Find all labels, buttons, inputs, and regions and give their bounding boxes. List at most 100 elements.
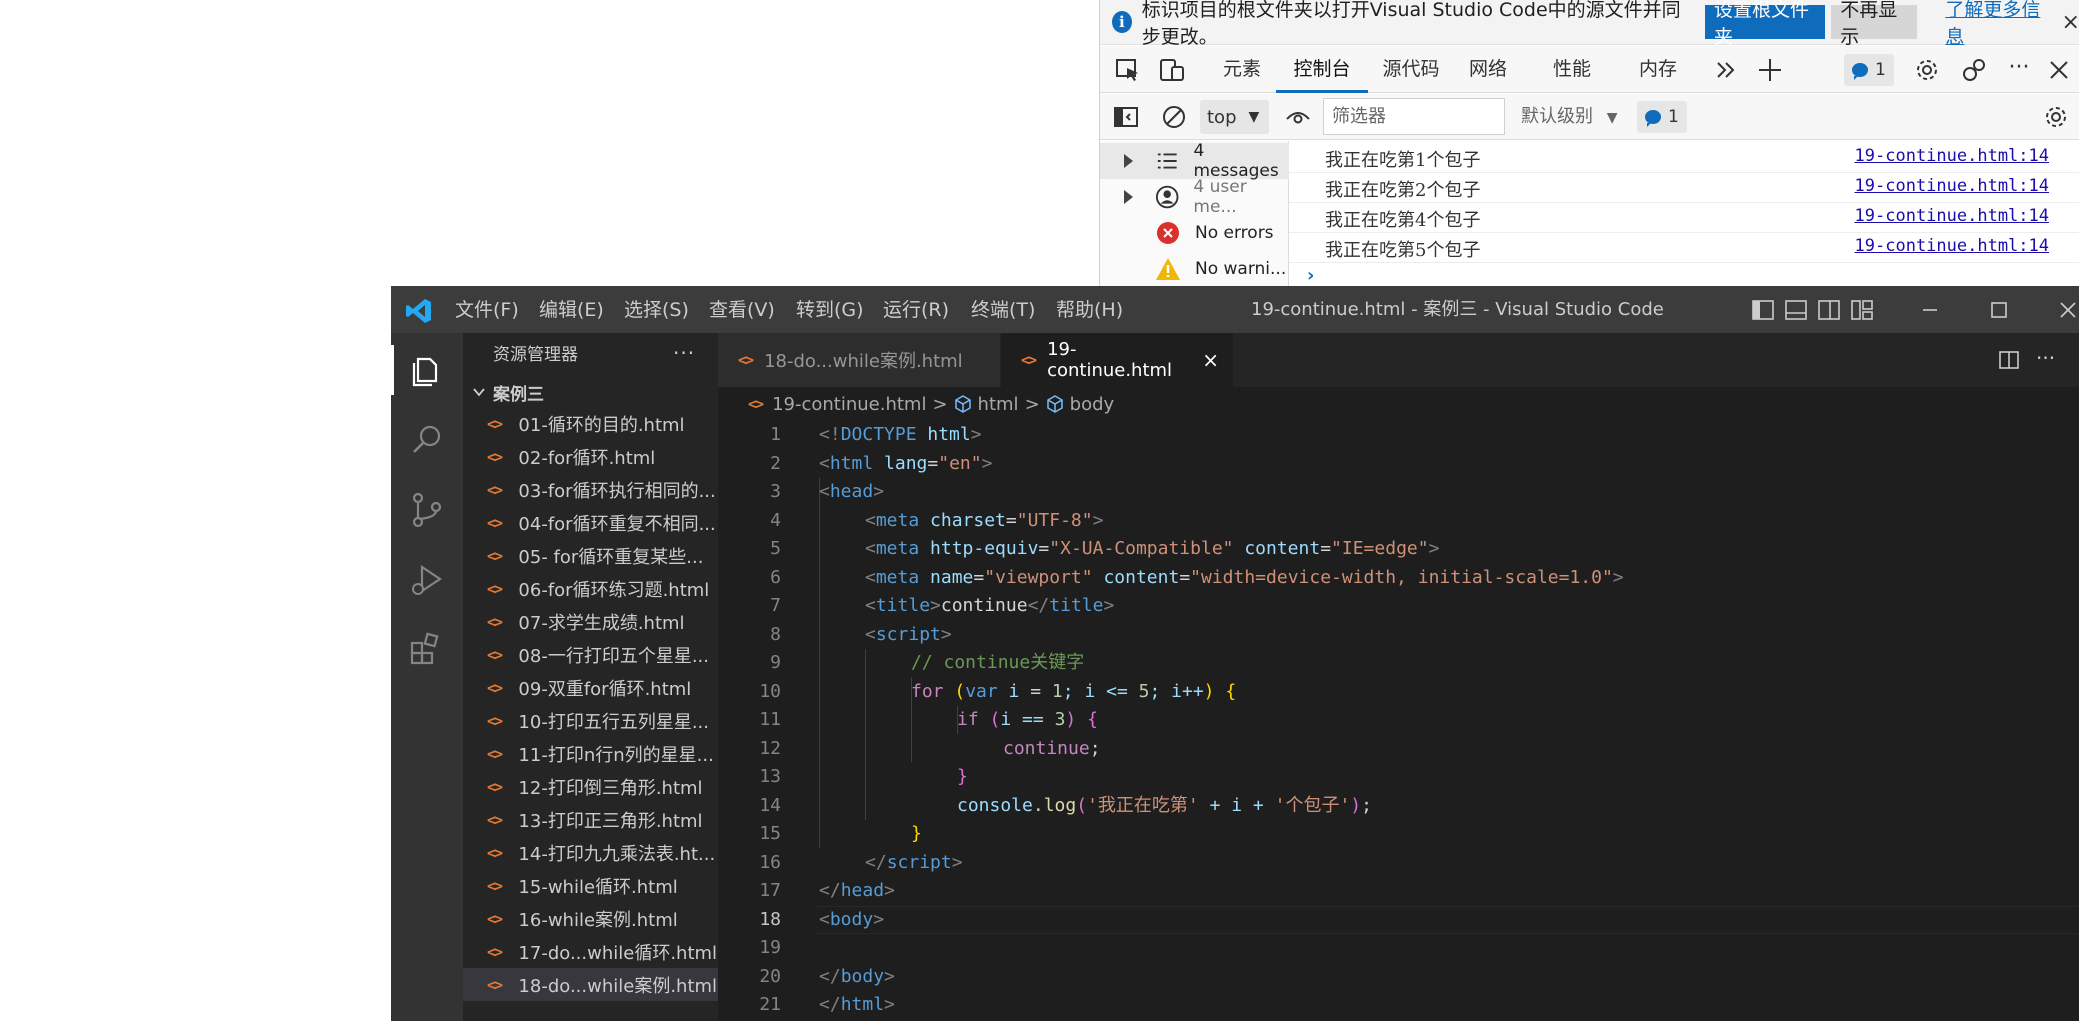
inspect-element-icon[interactable] [1114, 56, 1142, 84]
log-level-select[interactable]: 默认级别 ▼ [1521, 94, 1618, 140]
sidebar-item-errors[interactable]: No errors [1100, 215, 1289, 251]
issues-badge[interactable]: 1 [1844, 54, 1894, 86]
source-control-icon[interactable] [406, 489, 448, 531]
explorer-file-item[interactable]: <> 03-for循环执行相同的... [463, 473, 718, 506]
settings-gear-icon[interactable] [1913, 56, 1941, 84]
explorer-file-item[interactable]: <> 08-一行打印五个星星... [463, 638, 718, 671]
tab-19-continue[interactable]: <> 19-continue.html × [1001, 333, 1234, 387]
explorer-file-item[interactable]: <> 10-打印五行五列星星... [463, 704, 718, 737]
menu-view[interactable]: 查看(V) [709, 287, 775, 333]
expand-arrow-icon[interactable] [1124, 154, 1133, 168]
explorer-file-item[interactable]: <> 01-循环的目的.html [463, 407, 718, 440]
html-file-icon: <> [487, 645, 503, 664]
expand-arrow-icon[interactable] [1124, 190, 1133, 204]
menu-selection[interactable]: 选择(S) [624, 287, 689, 333]
tab-network[interactable]: 网络 [1454, 46, 1522, 93]
html-file-icon: <> [487, 777, 503, 796]
breadcrumb-body[interactable]: body [1070, 394, 1115, 415]
explorer-file-item[interactable]: <> 14-打印九九乘法表.ht... [463, 836, 718, 869]
console-sidebar: 4 messages 4 user me... No errors No war… [1100, 141, 1289, 289]
more-actions-icon[interactable]: ··· [673, 333, 695, 377]
customize-layout-icon[interactable] [1850, 298, 1874, 322]
more-tabs-icon[interactable] [1712, 56, 1740, 84]
live-expression-eye-icon[interactable] [1284, 103, 1312, 131]
menu-run[interactable]: 运行(R) [883, 287, 949, 333]
breadcrumb-html[interactable]: html [978, 394, 1019, 415]
message-icon [1645, 110, 1661, 127]
explorer-file-item[interactable]: <> 16-while案例.html [463, 902, 718, 935]
explorer-file-item[interactable]: <> 15-while循环.html [463, 869, 718, 902]
context-select[interactable]: top ▼ [1200, 100, 1269, 134]
html-file-icon: <> [487, 909, 503, 928]
close-window-icon[interactable] [2056, 298, 2079, 322]
more-options-icon[interactable]: ··· [2005, 56, 2033, 84]
menu-terminal[interactable]: 终端(T) [971, 287, 1035, 333]
code-editor[interactable]: 1 2 3 4 5 6 7 8 9 10 11 12 13 14 15 16 17 18 19 20 21 <!DOCT… [718, 421, 2079, 1021]
explorer-file-item[interactable]: <> 07-求学生成绩.html [463, 605, 718, 638]
console-issues-badge[interactable]: 1 [1637, 101, 1687, 133]
customize-icon[interactable] [1960, 56, 1988, 84]
menu-help[interactable]: 帮助(H) [1056, 287, 1123, 333]
breadcrumb-file[interactable]: 19-continue.html [772, 394, 926, 415]
editor-tabs: <> 18-do...while案例.html <> 19-continue.h… [718, 333, 2079, 387]
html-file-icon: <> [487, 711, 503, 730]
tab-performance[interactable]: 性能 [1538, 46, 1606, 93]
search-icon[interactable] [406, 419, 448, 461]
explorer-file-item[interactable]: <> 09-双重for循环.html [463, 671, 718, 704]
sidebar-item-user-messages[interactable]: 4 user me... [1100, 177, 1289, 217]
set-root-folder-button[interactable]: 设置根文件夹 [1705, 0, 1826, 48]
code-line: </script> [865, 851, 963, 873]
explorer-files-icon[interactable] [406, 349, 448, 391]
toggle-sidebar-icon[interactable] [1751, 298, 1775, 322]
dont-show-again-button[interactable]: 不再显示 [1831, 0, 1918, 48]
add-tab-icon[interactable] [1756, 56, 1784, 84]
maximize-icon[interactable] [1987, 298, 2011, 322]
folder-header[interactable]: 案例三 [463, 377, 718, 407]
explorer-file-item[interactable]: <> 02-for循环.html [463, 440, 718, 473]
explorer-file-item[interactable]: <> 11-打印n行n列的星星... [463, 737, 718, 770]
window-title: 19-continue.html - 案例三 - Visual Studio C… [1251, 299, 1664, 320]
sidebar-item-warnings[interactable]: No warni... [1100, 251, 1289, 287]
toggle-panel-icon[interactable] [1784, 298, 1808, 322]
close-devtools-icon[interactable] [2045, 56, 2073, 84]
menu-edit[interactable]: 编辑(E) [539, 287, 604, 333]
tab-memory[interactable]: 内存 [1624, 46, 1692, 93]
explorer-file-item[interactable]: <> 13-打印正三角形.html [463, 803, 718, 836]
close-tab-icon[interactable]: × [1202, 348, 1219, 372]
file-name: 15-while循环.html [518, 876, 678, 898]
learn-more-link[interactable]: 了解更多信息 [1945, 0, 2047, 49]
explorer-file-item[interactable]: <> 04-for循环重复不相同... [463, 506, 718, 539]
log-source-link[interactable]: 19-continue.html:14 [1855, 146, 2049, 166]
console-prompt[interactable]: › [1307, 265, 1314, 286]
run-debug-icon[interactable] [406, 559, 448, 601]
filter-input[interactable] [1323, 98, 1505, 135]
toggle-secondary-sidebar-icon[interactable] [1817, 298, 1841, 322]
explorer-file-item[interactable]: <> 18-do...while案例.html [463, 968, 718, 1001]
log-source-link[interactable]: 19-continue.html:14 [1855, 236, 2049, 256]
context-value: top [1207, 106, 1237, 128]
menu-go[interactable]: 转到(G) [796, 287, 864, 333]
log-source-link[interactable]: 19-continue.html:14 [1855, 176, 2049, 196]
device-emulation-icon[interactable] [1158, 56, 1186, 84]
html-file-icon: <> [487, 414, 503, 433]
console-settings-icon[interactable] [2042, 103, 2070, 131]
clear-console-icon[interactable] [1160, 103, 1188, 131]
tab-elements[interactable]: 元素 [1208, 46, 1276, 93]
more-actions-icon[interactable]: ··· [2036, 346, 2060, 370]
sidebar-toggle-icon[interactable] [1112, 103, 1140, 131]
sidebar-item-messages[interactable]: 4 messages [1100, 141, 1289, 181]
log-source-link[interactable]: 19-continue.html:14 [1855, 206, 2049, 226]
menu-file[interactable]: 文件(F) [455, 287, 519, 333]
tab-sources[interactable]: 源代码 [1368, 46, 1454, 93]
explorer-file-item[interactable]: <> 05- for循环重复某些... [463, 539, 718, 572]
close-icon[interactable]: × [2062, 10, 2079, 35]
explorer-file-item[interactable]: <> 17-do...while循环.html [463, 935, 718, 968]
explorer-file-item[interactable]: <> 06-for循环练习题.html [463, 572, 718, 605]
extensions-icon[interactable] [406, 629, 448, 671]
split-editor-icon[interactable] [1997, 348, 2021, 372]
explorer-file-item[interactable]: <> 12-打印倒三角形.html [463, 770, 718, 803]
minimize-icon[interactable] [1918, 298, 1942, 322]
tab-console[interactable]: 控制台 [1276, 46, 1368, 93]
file-name: 17-do...while循环.html [518, 942, 718, 964]
tab-18-do-while[interactable]: <> 18-do...while案例.html [718, 333, 1001, 387]
